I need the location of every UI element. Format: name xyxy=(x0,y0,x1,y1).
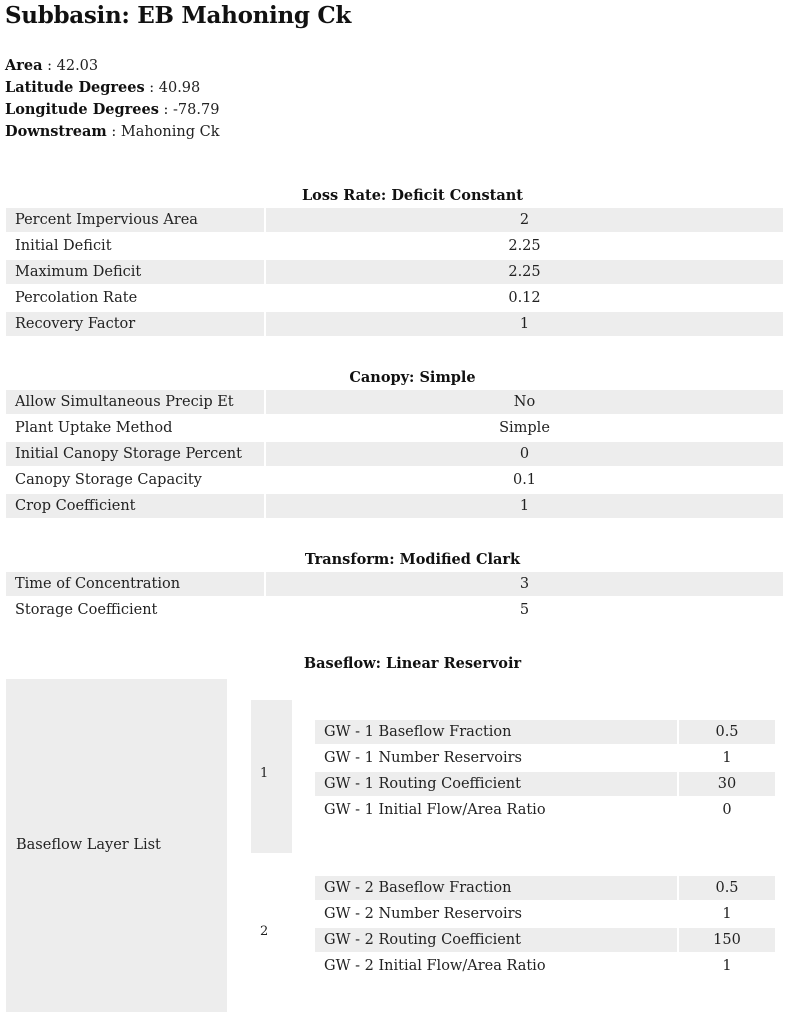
table-row: Percolation Rate 0.12 xyxy=(6,286,783,310)
param-value: 1 xyxy=(679,902,775,926)
param-label: Storage Coefficient xyxy=(6,598,264,622)
param-label: Crop Coefficient xyxy=(6,494,264,518)
param-label: Recovery Factor xyxy=(6,312,264,336)
param-label: Canopy Storage Capacity xyxy=(6,468,264,492)
param-label: GW - 1 Baseflow Fraction xyxy=(315,720,677,744)
param-value: 0.1 xyxy=(266,468,783,492)
param-label: Percent Impervious Area xyxy=(6,208,264,232)
param-value: 0.5 xyxy=(679,876,775,900)
param-value: 0 xyxy=(679,798,775,822)
param-value: 0.12 xyxy=(266,286,783,310)
meta-value: 42.03 xyxy=(56,58,99,74)
table-row: Initial Canopy Storage Percent 0 xyxy=(6,442,783,466)
param-value: 150 xyxy=(679,928,775,952)
meta-longitude: Longitude Degrees : -78.79 xyxy=(5,101,220,118)
section-title: Baseflow: Linear Reservoir xyxy=(303,655,522,672)
table-row: Time of Concentration 3 xyxy=(6,572,783,596)
meta-value: -78.79 xyxy=(173,102,220,118)
canopy-table: Allow Simultaneous Precip Et No Plant Upt… xyxy=(4,388,785,520)
table-row: GW - 2 Initial Flow/Area Ratio 1 xyxy=(315,954,775,978)
table-row: Storage Coefficient 5 xyxy=(6,598,783,622)
param-value: 3 xyxy=(266,572,783,596)
param-label: Initial Canopy Storage Percent xyxy=(6,442,264,466)
param-label: GW - 2 Routing Coefficient xyxy=(315,928,677,952)
table-row: Recovery Factor 1 xyxy=(6,312,783,336)
canopy-section: Canopy: Simple Allow Simultaneous Precip… xyxy=(0,368,785,520)
param-value: 30 xyxy=(679,772,775,796)
meta-key: Downstream xyxy=(5,123,107,140)
subbasin-meta: Area : 42.03 Latitude Degrees : 40.98 Lo… xyxy=(5,55,785,143)
baseflow-layer-list-label: Baseflow Layer List xyxy=(16,837,161,853)
meta-area: Area : 42.03 xyxy=(5,57,99,74)
table-row: GW - 2 Routing Coefficient 150 xyxy=(315,928,775,952)
param-value: 0.5 xyxy=(679,720,775,744)
loss-rate-table: Percent Impervious Area 2 Initial Deficit… xyxy=(4,206,785,338)
table-row: GW - 2 Baseflow Fraction 0.5 xyxy=(315,876,775,900)
section-title: Transform: Modified Clark xyxy=(304,551,521,568)
meta-key: Longitude Degrees xyxy=(5,101,159,118)
table-row: GW - 2 Number Reservoirs 1 xyxy=(315,902,775,926)
subbasin-page: Subbasin: EB Mahoning Ck Area : 42.03 La… xyxy=(0,0,785,143)
param-value: 5 xyxy=(266,598,783,622)
table-row: GW - 1 Number Reservoirs 1 xyxy=(315,746,775,770)
baseflow-layer-table: GW - 1 Baseflow Fraction 0.5 GW - 1 Numbe… xyxy=(313,718,777,824)
param-value: 0 xyxy=(266,442,783,466)
param-value: 1 xyxy=(266,494,783,518)
param-label: GW - 1 Number Reservoirs xyxy=(315,746,677,770)
page-title: Subbasin: EB Mahoning Ck xyxy=(5,2,352,29)
transform-section: Transform: Modified Clark Time of Concen… xyxy=(0,550,785,624)
table-row: Plant Uptake Method Simple xyxy=(6,416,783,440)
param-label: Plant Uptake Method xyxy=(6,416,264,440)
baseflow-layer-table: GW - 2 Baseflow Fraction 0.5 GW - 2 Numbe… xyxy=(313,874,777,980)
param-label: Allow Simultaneous Precip Et xyxy=(6,390,264,414)
param-label: GW - 2 Baseflow Fraction xyxy=(315,876,677,900)
param-label: GW - 1 Routing Coefficient xyxy=(315,772,677,796)
section-title: Loss Rate: Deficit Constant xyxy=(301,187,524,204)
param-value: 2.25 xyxy=(266,234,783,258)
meta-value: 40.98 xyxy=(158,80,201,96)
table-row: Canopy Storage Capacity 0.1 xyxy=(6,468,783,492)
baseflow-layer-id-cell: 1 xyxy=(251,700,292,853)
meta-latitude: Latitude Degrees : 40.98 xyxy=(5,79,201,96)
table-row: Maximum Deficit 2.25 xyxy=(6,260,783,284)
baseflow-layer-id-cell: 2 xyxy=(251,856,292,1012)
param-label: Maximum Deficit xyxy=(6,260,264,284)
table-row: Crop Coefficient 1 xyxy=(6,494,783,518)
layer-id: 2 xyxy=(260,924,269,939)
table-row: GW - 1 Routing Coefficient 30 xyxy=(315,772,775,796)
transform-table: Time of Concentration 3 Storage Coefficie… xyxy=(4,570,785,624)
param-label: GW - 2 Initial Flow/Area Ratio xyxy=(315,954,677,978)
meta-key: Latitude Degrees xyxy=(5,79,145,96)
table-row: GW - 1 Initial Flow/Area Ratio 0 xyxy=(315,798,775,822)
layer-id: 1 xyxy=(260,766,269,781)
param-value: 1 xyxy=(266,312,783,336)
meta-downstream: Downstream : Mahoning Ck xyxy=(5,123,220,140)
param-label: Percolation Rate xyxy=(6,286,264,310)
loss-rate-section: Loss Rate: Deficit Constant Percent Impe… xyxy=(0,186,785,338)
param-value: 2.25 xyxy=(266,260,783,284)
table-row: Initial Deficit 2.25 xyxy=(6,234,783,258)
param-label: Initial Deficit xyxy=(6,234,264,258)
baseflow-section-title-wrap: Baseflow: Linear Reservoir xyxy=(0,654,785,674)
meta-value: Mahoning Ck xyxy=(120,124,220,140)
meta-key: Area xyxy=(5,57,43,74)
table-row: GW - 1 Baseflow Fraction 0.5 xyxy=(315,720,775,744)
table-row: Percent Impervious Area 2 xyxy=(6,208,783,232)
section-title: Canopy: Simple xyxy=(349,369,476,386)
param-value: 1 xyxy=(679,746,775,770)
param-value: 2 xyxy=(266,208,783,232)
table-row: Allow Simultaneous Precip Et No xyxy=(6,390,783,414)
param-label: GW - 1 Initial Flow/Area Ratio xyxy=(315,798,677,822)
param-value: Simple xyxy=(266,416,783,440)
param-label: GW - 2 Number Reservoirs xyxy=(315,902,677,926)
param-label: Time of Concentration xyxy=(6,572,264,596)
param-value: 1 xyxy=(679,954,775,978)
param-value: No xyxy=(266,390,783,414)
